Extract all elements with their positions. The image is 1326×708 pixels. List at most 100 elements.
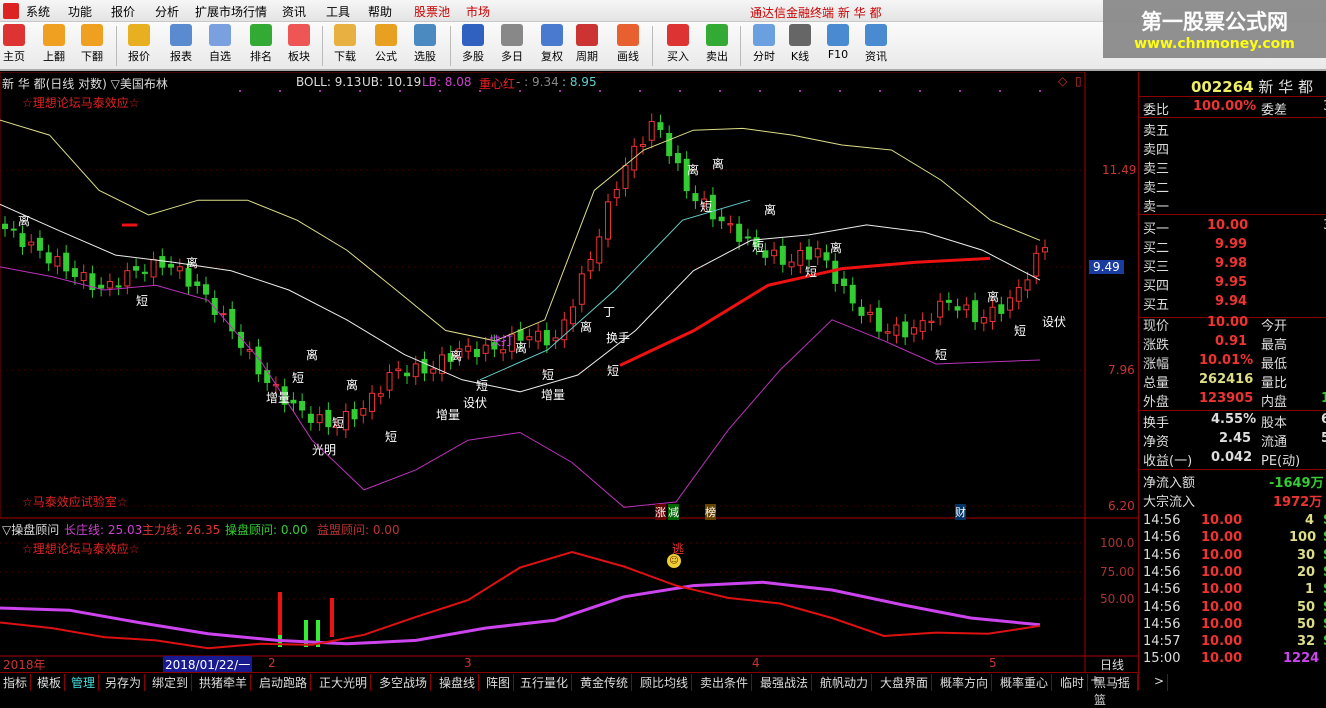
candle-body [264,370,271,384]
candle-body [360,408,367,416]
tab-14[interactable]: 卖出条件 [697,674,753,691]
quote-cell: 净资 [1143,435,1170,450]
menu-7[interactable]: 帮助 [368,3,392,20]
toolbar-multi-stock-button[interactable]: 多股 [453,24,493,64]
tab-11[interactable]: 五行量化 [517,674,573,691]
tab-7[interactable]: 正大光明 [316,674,372,691]
kline-chart[interactable] [0,72,1138,672]
chart-area[interactable]: 新 华 都(日线 对数) ▽美国布林 BOLL: 9.13 UB: 10.19 … [0,72,1138,673]
toolbar-news-button[interactable]: 资讯 [856,24,896,64]
zoom-out-button[interactable]: - [1116,673,1120,687]
candle-body [194,281,201,286]
toolbar-rank-button[interactable]: 排名 [241,24,281,64]
candle-body [806,246,813,260]
stock-code: 002264 [1191,78,1254,96]
tab-6[interactable]: 启动跑路 [256,674,312,691]
toolbar-pencil-button[interactable]: 画线 [608,24,648,64]
tab-18[interactable]: 概率方向 [937,674,993,691]
candle-body [613,188,620,199]
tab-20[interactable]: 临时 [1057,674,1089,691]
toolbar-download-button[interactable]: 下载 [325,24,365,64]
tab-3[interactable]: 另存为 [102,674,146,691]
candle-body [578,273,585,305]
mid-band-line [0,203,1041,393]
watermark-line1: 第一股票公式网 [1141,10,1288,34]
candle-body [543,330,550,346]
toolbar-yen-button[interactable]: 报价 [119,24,159,64]
menu-6[interactable]: 工具 [326,3,350,20]
toolbar-star-button[interactable]: 选股 [405,24,445,64]
toolbar-home-button[interactable]: 主页 [0,24,34,64]
toolbar-f6-button[interactable]: 自选 [200,24,240,64]
marker-jian[interactable]: 减 [668,504,679,520]
quote-cell: 净流入额 [1143,476,1196,491]
menu-1[interactable]: 功能 [68,3,92,20]
toolbar-report-button[interactable]: 报表 [161,24,201,64]
period-button[interactable]: 日线 [1100,656,1124,673]
tab-9[interactable]: 操盘线 [436,674,480,691]
menu-9[interactable]: 市场 [466,3,490,20]
tab-15[interactable]: 最强战法 [757,674,813,691]
tab-4[interactable]: 绑定到 [149,674,193,691]
menu-0[interactable]: 系统 [26,3,50,20]
menu-4[interactable]: 扩展市场行情 [195,3,267,20]
toolbar-restore-button[interactable]: 复权 [532,24,572,64]
toolbar-arrow-down-button[interactable]: 下翻 [72,24,112,64]
zxh-value1: - : 9.34 [516,75,559,89]
quote-cell: 10.00 [1207,315,1249,330]
candle-body [945,299,952,303]
marker-cai[interactable]: 财 [955,504,966,520]
quote-cell: 10.01% [1199,353,1254,368]
tab-13[interactable]: 顾比均线 [637,674,693,691]
toolbar-block-button[interactable]: 板块 [279,24,319,64]
tab-2[interactable]: 管理 [68,674,100,691]
quote-row: 净资 2.45 流通 5 [1143,431,1326,450]
zoom-in-button[interactable]: + [1090,673,1100,687]
quote-cell: 卖一 [1143,200,1170,215]
quote-cell: 买二 [1143,241,1170,256]
quote-row: 14:5610.004S [1143,513,1326,532]
diamond-icon[interactable]: ◇ [1058,74,1067,88]
tab-8[interactable]: 多空战场 [376,674,432,691]
tab-16[interactable]: 航帆动力 [817,674,873,691]
sub-title[interactable]: ▽操盘顾问 [2,521,59,538]
menu-5[interactable]: 资讯 [282,3,306,20]
candle-body [963,304,970,311]
menu-8[interactable]: 股票池 [414,3,450,20]
toolbar-intraday-button[interactable]: 分时 [744,24,784,64]
toolbar-f8-button[interactable]: 周期 [567,24,607,64]
tab-10[interactable]: 阵图 [483,674,515,691]
buy-icon [667,24,689,46]
toolbar-sell-button[interactable]: 卖出 [697,24,737,64]
toolbar-arrow-up-button[interactable]: 上翻 [34,24,74,64]
menu-3[interactable]: 分析 [155,3,179,20]
quote-cell: 收益(一) [1143,454,1193,469]
toolbar-kline-button[interactable]: K线 [780,24,820,64]
marker-bang[interactable]: 榜 [705,504,716,520]
kline-icon [789,24,811,46]
toolbar-formula-button[interactable]: 公式 [366,24,406,64]
tab-12[interactable]: 黄金传统 [577,674,633,691]
toolbar-f10-button[interactable]: F10 [818,24,858,61]
window-toggle-icon[interactable]: ▯ [1075,74,1082,88]
candle-body [744,236,751,239]
signal-label: 短 [752,240,765,254]
menu-2[interactable]: 报价 [111,3,135,20]
watermark: 第一股票公式网 www.chnmoney.com [1103,0,1326,58]
quote-cell: 涨跌 [1143,338,1170,353]
toolbar-clock-button[interactable]: 多日 [492,24,532,64]
tab-5[interactable]: 拱猪牵羊 [196,674,252,691]
signal-label: 短 [476,379,489,393]
signal-label: 离 [580,320,593,334]
tab-17[interactable]: 大盘界面 [877,674,933,691]
candle-body [500,349,507,354]
tab-1[interactable]: 模板 [34,674,66,691]
signal-label: 短 [1014,324,1027,338]
candle-body [141,271,148,274]
toolbar-buy-button[interactable]: 买入 [658,24,698,64]
candle-body [377,393,384,397]
candle-body [176,266,183,272]
tab-19[interactable]: 概率重心 [997,674,1053,691]
marker-zhang[interactable]: 涨 [655,504,666,520]
tab-0[interactable]: 指标 [0,674,32,691]
